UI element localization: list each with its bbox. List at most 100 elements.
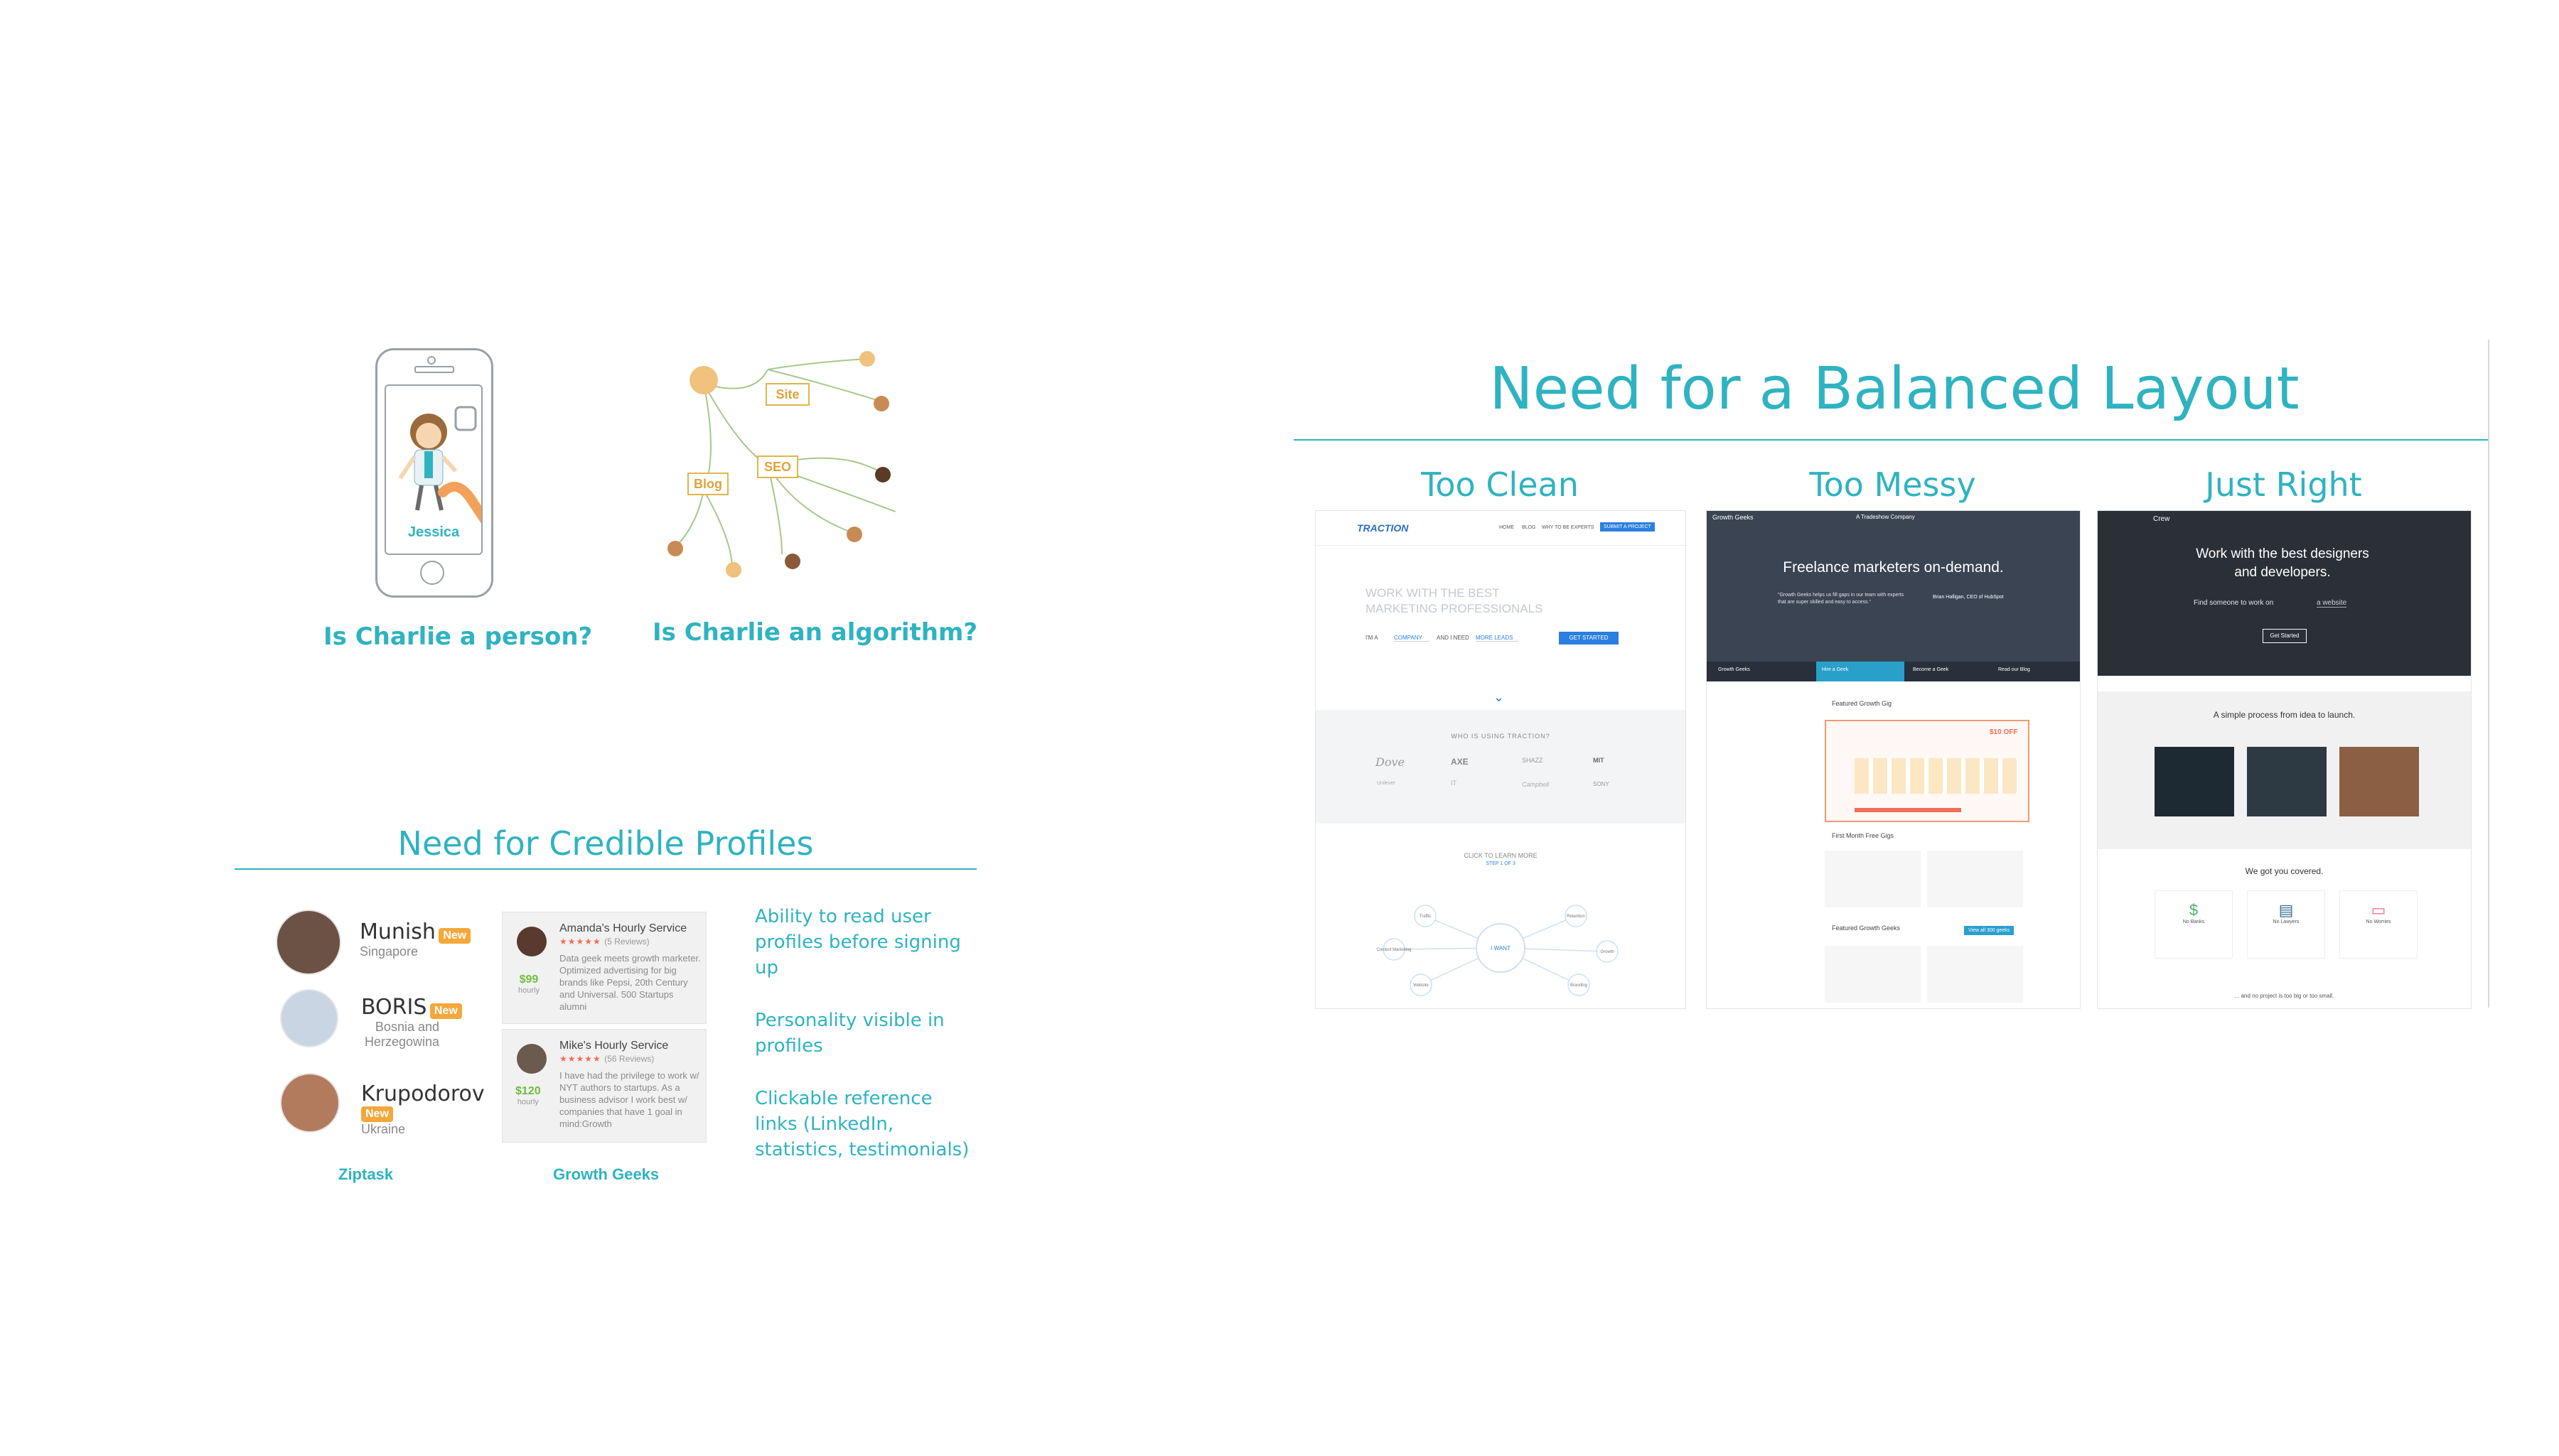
traction-nav-home[interactable]: HOME: [1499, 525, 1514, 530]
feature-read-profiles: Ability to read user profiles before sig…: [755, 906, 961, 978]
goal-node: Branding: [1570, 983, 1587, 988]
form-need-select[interactable]: MORE LEADS: [1476, 635, 1518, 642]
gg-gig-progress: [1855, 808, 1961, 812]
avatar: [280, 1073, 340, 1133]
form-and-i-need: AND I NEED: [1437, 635, 1469, 641]
crew-covered-title: We got you covered.: [2245, 866, 2324, 876]
feature-personality: Personality visible in profiles: [755, 1010, 945, 1057]
traction-nav-why[interactable]: WHY TO BE EXPERTS: [1542, 525, 1594, 530]
traction-goal-diagram[interactable]: I WANT Traffic Retention Growth Branding…: [1373, 895, 1629, 1001]
service-description: Data geek meets growth marketer. Optimiz…: [559, 953, 701, 1012]
gg-sidebar: [1756, 703, 1759, 1001]
gg-hero-title: Freelance marketers on-demand.: [1783, 559, 2004, 576]
brand-logo: Dove: [1375, 755, 1405, 769]
column-too-messy: Too Messy: [1809, 465, 1976, 504]
phone-home-button: [420, 561, 444, 585]
crew-hero: Crew Work with the best designers and de…: [2098, 511, 2471, 676]
gg-gig-card[interactable]: [1825, 851, 1921, 907]
gg-featured-title: Featured Growth Gig: [1832, 700, 1892, 707]
service-description: I have had the privilege to work w/ NYT …: [559, 1070, 699, 1129]
crew-feature-label: No Lawyers: [2273, 920, 2300, 924]
profiles-title: Need for Credible Profiles: [397, 824, 814, 863]
goal-node: Website: [1413, 983, 1429, 988]
get-started-button[interactable]: GET STARTED: [1559, 632, 1619, 645]
traction-header: TRACTION HOME BLOG WHY TO BE EXPERTS SUB…: [1316, 511, 1685, 546]
traction-hero-text: WORK WITH THE BEST MARKETING PROFESSIONA…: [1366, 586, 1543, 615]
crew-feature-card: ▤ No Lawyers: [2247, 890, 2325, 959]
phone-screen: Jessica: [385, 384, 490, 555]
price-unit: hourly: [517, 1098, 539, 1106]
chat-icon: ▭: [2371, 901, 2386, 919]
ziptask-profile-boris[interactable]: BORIS New Bosnia and Herzegowina: [280, 989, 462, 1050]
gg-hero: Growth Geeks A Tradeshow Company Freelan…: [1707, 511, 2080, 681]
crew-footer-note: ... and no project is too big or too sma…: [2234, 993, 2334, 999]
crew-hero-title: Work with the best designers and develop…: [2196, 546, 2369, 580]
crew-get-started-button[interactable]: Get Started: [2263, 629, 2307, 643]
goal-node: Retention: [1567, 915, 1585, 919]
profile-location: Ukraine: [361, 1122, 406, 1136]
gg-geek-card[interactable]: [1927, 946, 2023, 1003]
gg-brand: Growth Geeks: [1712, 514, 1754, 521]
gg-tab[interactable]: Become a Geek: [1913, 667, 1948, 672]
avatar: [517, 1044, 547, 1074]
crew-project-select[interactable]: a website: [2317, 599, 2347, 608]
rating-stars: ★★★★★: [559, 1054, 601, 1064]
brand-logo: SONY: [1593, 781, 1609, 787]
gg-service-card[interactable]: Mike's Hourly Service ★★★★★ (56 Reviews)…: [502, 1029, 707, 1143]
ziptask-profile-krupodorov[interactable]: Krupodorov New Ukraine: [280, 1073, 485, 1137]
gg-quote-person: Brian Halligan, CEO of HubSpot: [1933, 595, 2004, 600]
crew-process-image: [2247, 747, 2327, 816]
crew-sub: Find someone to work on: [2194, 599, 2274, 607]
avatar: [517, 927, 547, 956]
assistant-name: Jessica: [407, 524, 460, 540]
profiles-divider: [235, 868, 977, 870]
gg-service-card[interactable]: Amanda's Hourly Service ★★★★★ (5 Reviews…: [502, 912, 707, 1024]
phone-camera: [427, 356, 436, 365]
gg-gig-card[interactable]: [1927, 851, 2023, 907]
price-unit: hourly: [518, 986, 540, 995]
gg-company: A Tradeshow Company: [1856, 514, 1915, 520]
gg-tab[interactable]: Growth Geeks: [1718, 667, 1750, 672]
brand-logo: AXE: [1451, 757, 1469, 767]
goal-node: Growth: [1600, 950, 1614, 954]
service-price: $99: [519, 974, 539, 986]
ziptask-profile-munish[interactable]: Munish New Singapore: [276, 910, 471, 975]
gg-geek-card[interactable]: [1825, 946, 1921, 1003]
crew-feature-label: No Banks: [2182, 920, 2205, 924]
brand-logo: Unilever: [1377, 781, 1395, 786]
column-too-clean: Too Clean: [1421, 465, 1579, 504]
new-badge: New: [429, 1003, 462, 1019]
service-title: Mike's Hourly Service: [559, 1040, 669, 1052]
gg-first-month: First Month Free Gigs: [1832, 832, 1894, 839]
chevron-down-icon[interactable]: ⌄: [1493, 690, 1504, 705]
new-badge: New: [439, 928, 471, 944]
gg-featured-gig[interactable]: $10 OFF: [1825, 720, 2029, 822]
tag-blog: Blog: [694, 477, 722, 491]
feature-reference-links: Clickable reference links (LinkedIn, sta…: [755, 1088, 970, 1160]
crew-process-title: A simple process from idea to launch.: [2213, 710, 2356, 720]
form-company-select[interactable]: COMPANY: [1394, 635, 1429, 642]
phone-illustration: Jessica: [375, 348, 493, 598]
form-im-a: I'M A: [1366, 635, 1378, 641]
ziptask-label: Ziptask: [338, 1165, 394, 1183]
gg-tab[interactable]: Read our Blog: [1998, 667, 2030, 672]
crew-feature-card: ▭ No Worries: [2339, 890, 2418, 959]
traction-logo: TRACTION: [1357, 522, 1409, 534]
click-to-learn: CLICK TO LEARN MORE: [1464, 852, 1538, 859]
view-all-geeks-button[interactable]: View all 300 geeks: [1964, 926, 2015, 935]
crew-feature-label: No Worries: [2366, 920, 2391, 924]
column-just-right: Just Right: [2205, 465, 2362, 504]
gg-discount: $10 OFF: [1990, 728, 2018, 736]
growth-geeks-label: Growth Geeks: [553, 1165, 660, 1183]
goal-hub: I WANT: [1491, 945, 1511, 951]
traction-nav-blog[interactable]: BLOG: [1522, 525, 1535, 530]
avatar: [280, 989, 338, 1047]
layout-divider: [1294, 439, 2488, 441]
crew-process-section: A simple process from idea to launch.: [2098, 691, 2471, 849]
avatar: [276, 910, 341, 975]
gg-tab[interactable]: Hire a Geek: [1822, 667, 1848, 672]
submit-project-button[interactable]: SUBMIT A PROJECT: [1600, 522, 1655, 532]
service-price: $120: [515, 1085, 541, 1097]
traction-screenshot: TRACTION HOME BLOG WHY TO BE EXPERTS SUB…: [1315, 510, 1686, 1009]
gg-quote: "Growth Geeks helps us fill gaps in our …: [1778, 593, 1904, 605]
